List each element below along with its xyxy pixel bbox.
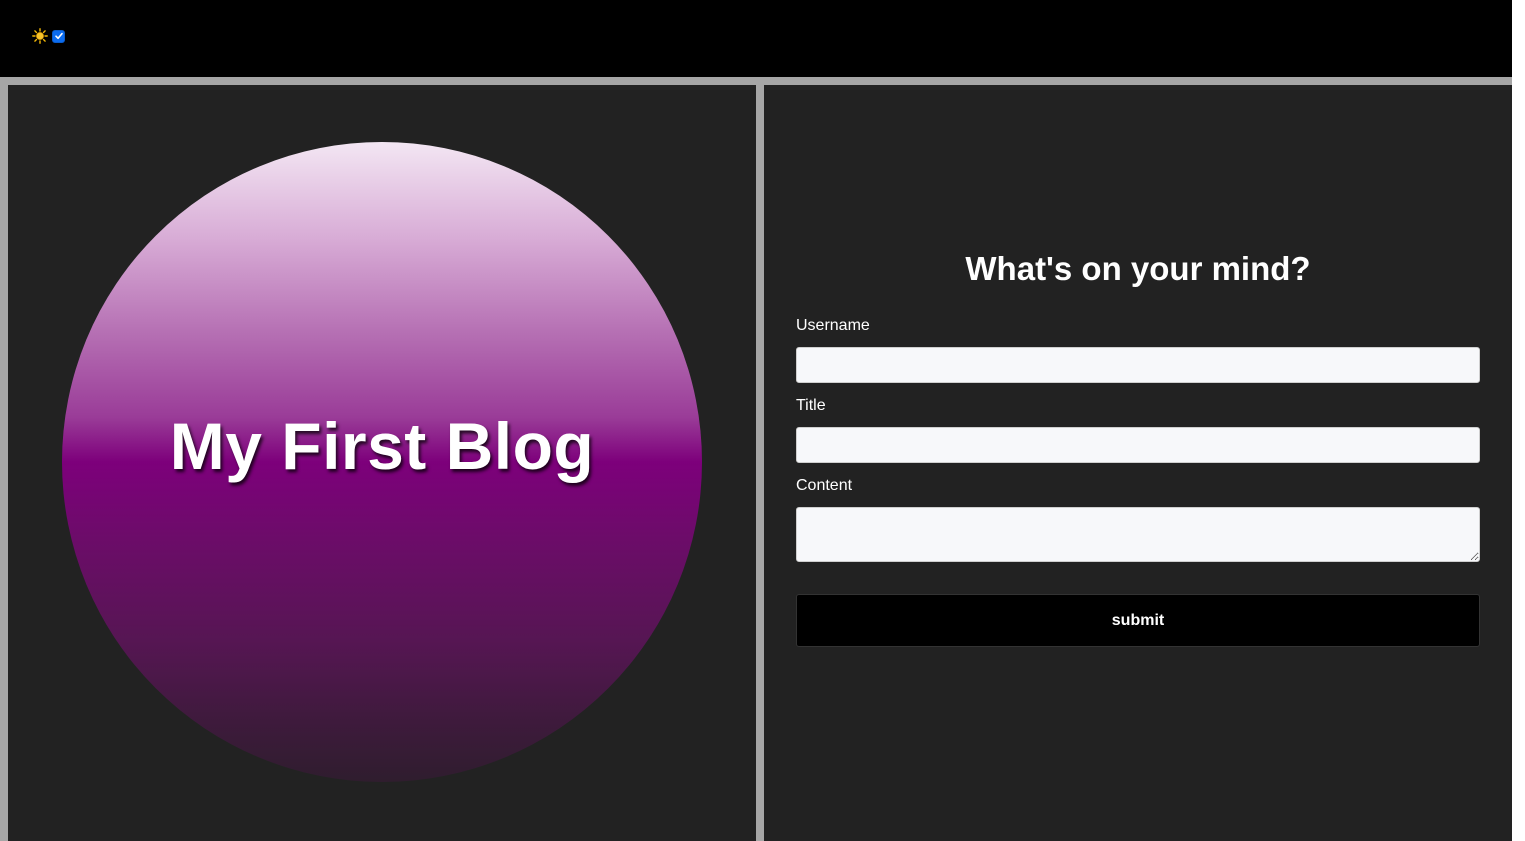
title-input[interactable] — [796, 427, 1480, 463]
post-form-panel: What's on your mind? Username Title Cont… — [764, 85, 1512, 841]
page: My First Blog What's on your mind? Usern… — [0, 0, 1512, 841]
hero-circle: My First Blog — [62, 142, 702, 782]
hero-panel: My First Blog — [8, 85, 756, 841]
title-label: Title — [796, 397, 826, 414]
content-textarea[interactable] — [796, 507, 1480, 562]
submit-button[interactable]: submit — [796, 594, 1480, 647]
theme-toggle[interactable] — [32, 28, 65, 44]
username-input[interactable] — [796, 347, 1480, 383]
top-bar — [0, 0, 1512, 77]
form-heading: What's on your mind? — [965, 250, 1311, 287]
blog-title: My First Blog — [169, 409, 595, 483]
checkmark-icon — [54, 32, 63, 40]
content-label: Content — [796, 477, 853, 494]
post-form: What's on your mind? Username Title Cont… — [796, 247, 1480, 647]
username-label: Username — [796, 317, 870, 334]
dark-mode-checkbox[interactable] — [52, 29, 65, 43]
sun-icon — [32, 28, 48, 44]
